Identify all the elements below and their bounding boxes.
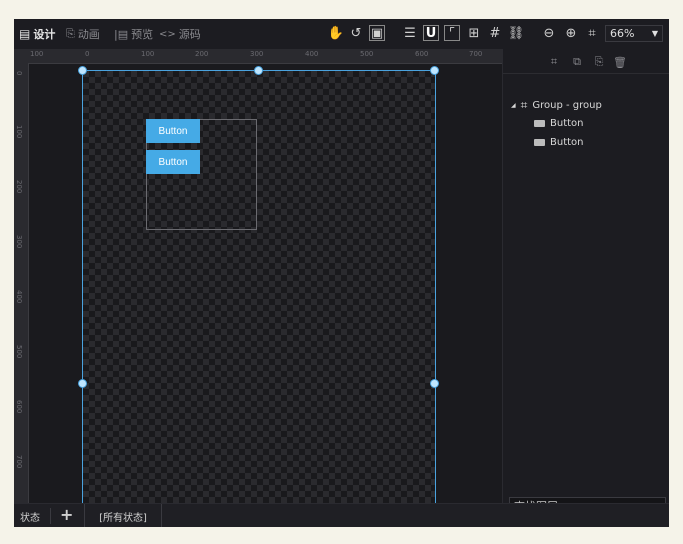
button-layer-icon [534, 138, 545, 146]
preview-icon: |▤ [114, 27, 129, 41]
rotate-icon[interactable]: ↺ [348, 25, 364, 41]
trash-icon[interactable]: 🗑 [613, 55, 627, 69]
layers-toolbar: ⌗ ⧉ ⎘ 🗑 [503, 55, 669, 74]
tab-all-states-label: [所有状态] [99, 512, 147, 524]
vertical-ruler: 0 100 200 300 400 500 600 700 [14, 63, 29, 503]
ungroup-icon[interactable]: ⧉ [570, 55, 584, 69]
tab-source-label: 源码 [178, 28, 201, 41]
tab-design[interactable]: ▤ 设计 [19, 26, 55, 42]
tab-animation-label: 动画 [77, 28, 100, 41]
tab-all-states[interactable]: [所有状态] [84, 504, 162, 527]
zoom-in-icon[interactable]: ⊕ [563, 25, 579, 41]
zoom-value: 66% [610, 27, 635, 40]
layer-item-label: Button [550, 136, 584, 148]
ruler-tick: 500 [360, 50, 374, 58]
fit-artboard-icon[interactable]: ▣ [369, 25, 385, 41]
ruler-tick: 100 [15, 125, 23, 139]
state-label: 状态 [20, 513, 40, 524]
resize-handle-middle-left[interactable] [78, 379, 87, 388]
group-layer-icon: ⌗ [520, 97, 528, 112]
group-icon[interactable]: ⌗ [547, 55, 561, 69]
tab-preview-label: 预览 [131, 28, 154, 41]
ruler-tick: 700 [15, 455, 23, 469]
layer-item[interactable]: Button [534, 134, 584, 150]
grid-icon[interactable]: ⊞ [466, 25, 482, 41]
canvas-area[interactable]: 100 0 100 200 300 400 500 600 700 0 100 … [14, 49, 502, 503]
resize-handle-middle-right[interactable] [430, 379, 439, 388]
ruler-tick: 100 [141, 50, 155, 58]
ruler-tick: 300 [250, 50, 264, 58]
layer-group-label: Group - group [532, 99, 602, 111]
button-layer-icon [534, 119, 545, 127]
tab-design-label: 设计 [33, 28, 56, 41]
ruler-tick: 200 [15, 180, 23, 194]
tab-preview[interactable]: |▤ 预览 [114, 26, 153, 42]
canvas-button-2[interactable]: Button [146, 150, 200, 174]
magnet-icon[interactable]: U [423, 25, 439, 41]
status-bar: 状态 + [所有状态] [14, 503, 669, 527]
hash-grid-icon[interactable]: # [487, 25, 503, 41]
layout-icon: ▤ [19, 27, 31, 41]
ruler-tick: 0 [15, 71, 23, 76]
divider [50, 508, 51, 524]
ruler-tick: 400 [15, 290, 23, 304]
zoom-select[interactable]: 66% ▼ [605, 25, 663, 42]
resize-handle-top-right[interactable] [430, 66, 439, 75]
ruler-tick: 100 [30, 50, 44, 58]
tab-source[interactable]: <> 源码 [159, 26, 201, 42]
layer-item-label: Button [550, 117, 584, 129]
app-window: ▤ 设计 ⎘ 动画 |▤ 预览 <> 源码 ✋ ↺ ▣ ☰ U ⌜ ⊞ # ⛓ … [14, 19, 669, 527]
ruler-tick: 500 [15, 345, 23, 359]
hand-icon[interactable]: ✋ [328, 25, 344, 41]
add-state-button[interactable]: + [60, 505, 73, 524]
chevron-down-icon: ▼ [651, 29, 658, 38]
ruler-tick: 600 [415, 50, 429, 58]
canvas-button-1[interactable]: Button [146, 119, 200, 143]
layer-item[interactable]: Button [534, 115, 584, 131]
ruler-tick: 0 [85, 50, 90, 58]
ruler-tick: 400 [305, 50, 319, 58]
animation-icon: ⎘ [66, 27, 75, 40]
tab-animation[interactable]: ⎘ 动画 [66, 26, 100, 42]
resize-handle-top-left[interactable] [78, 66, 87, 75]
ruler-tick: 200 [195, 50, 209, 58]
zoom-out-icon[interactable]: ⊖ [541, 25, 557, 41]
ruler-tick: 600 [15, 400, 23, 414]
layers-stack-icon[interactable]: ☰ [402, 25, 418, 41]
horizontal-ruler: 100 0 100 200 300 400 500 600 700 [14, 49, 502, 64]
align-icon[interactable]: ⌜ [444, 25, 460, 41]
resize-handle-top-center[interactable] [254, 66, 263, 75]
link-icon[interactable]: ⛓ [508, 25, 525, 41]
fit-screen-icon[interactable]: ⌗ [584, 25, 600, 41]
layer-group[interactable]: ◢ ⌗ Group - group [511, 97, 602, 113]
artboard[interactable]: Button Button [82, 70, 436, 503]
ruler-tick: 300 [15, 235, 23, 249]
layers-panel: ⌗ ⧉ ⎘ 🗑 ◢ ⌗ Group - group Button Button … [502, 49, 669, 515]
top-toolbar: ▤ 设计 ⎘ 动画 |▤ 预览 <> 源码 ✋ ↺ ▣ ☰ U ⌜ ⊞ # ⛓ … [14, 19, 669, 50]
triangle-down-icon: ◢ [511, 101, 516, 109]
copy-icon[interactable]: ⎘ [592, 55, 606, 69]
code-icon: <> [159, 28, 176, 40]
ruler-tick: 700 [469, 50, 483, 58]
